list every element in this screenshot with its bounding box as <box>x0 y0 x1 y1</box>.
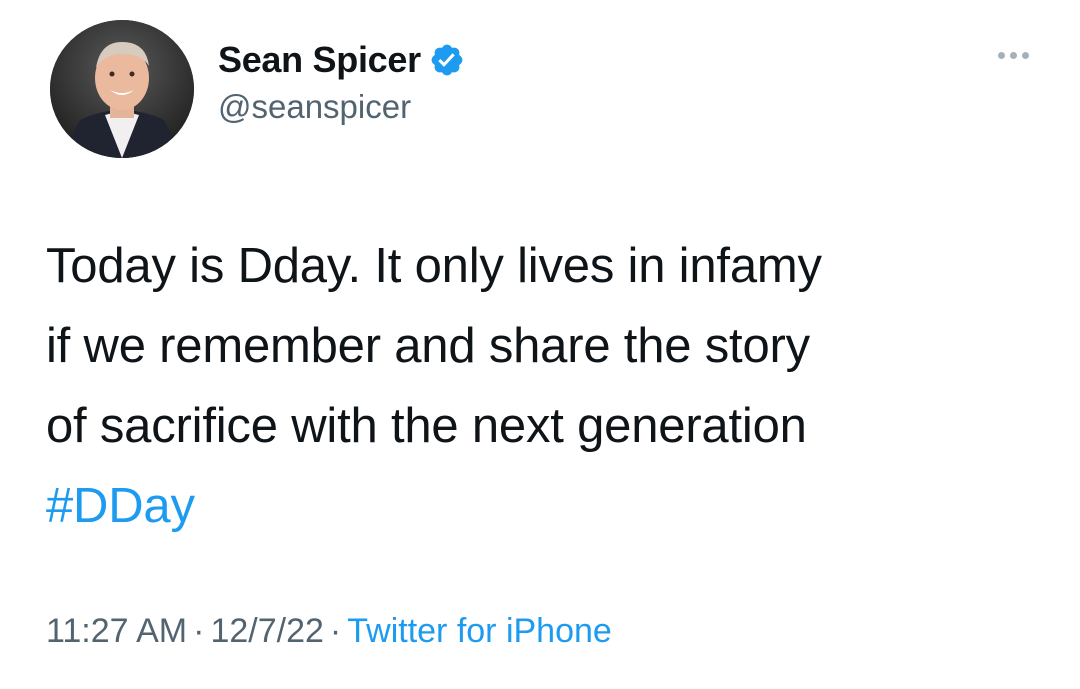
hashtag-link[interactable]: #DDay <box>46 466 1056 546</box>
tweet-text: Today is Dday. It only lives in infamy i… <box>46 226 1056 546</box>
author-name-row[interactable]: Sean Spicer <box>218 36 465 84</box>
tweet-time[interactable]: 11:27 AM <box>46 612 187 650</box>
profile-photo <box>50 20 194 158</box>
tweet-text-line: of sacrifice with the next generation <box>46 399 807 453</box>
avatar[interactable] <box>50 20 194 158</box>
author-handle[interactable]: @seanspicer <box>218 88 411 126</box>
meta-separator: · <box>329 612 342 650</box>
tweet-date[interactable]: 12/7/22 <box>210 612 323 650</box>
tweet-card: Sean Spicer @seanspicer Today is Dday. I… <box>0 0 1080 689</box>
more-options-icon[interactable] <box>988 40 1038 70</box>
meta-separator: · <box>193 612 205 650</box>
tweet-text-line: if we remember and share the story <box>46 319 810 373</box>
more-dot <box>997 51 1005 59</box>
tweet-source-link[interactable]: Twitter for iPhone <box>347 612 612 650</box>
tweet-text-line: Today is Dday. It only lives in infamy <box>46 239 822 293</box>
verified-badge-icon <box>429 42 465 78</box>
author-display-name: Sean Spicer <box>218 39 421 80</box>
more-dot <box>1009 51 1017 59</box>
tweet-metadata: 11:27 AM · 12/7/22 · Twitter for iPhone <box>46 612 612 651</box>
more-dot <box>1021 51 1029 59</box>
